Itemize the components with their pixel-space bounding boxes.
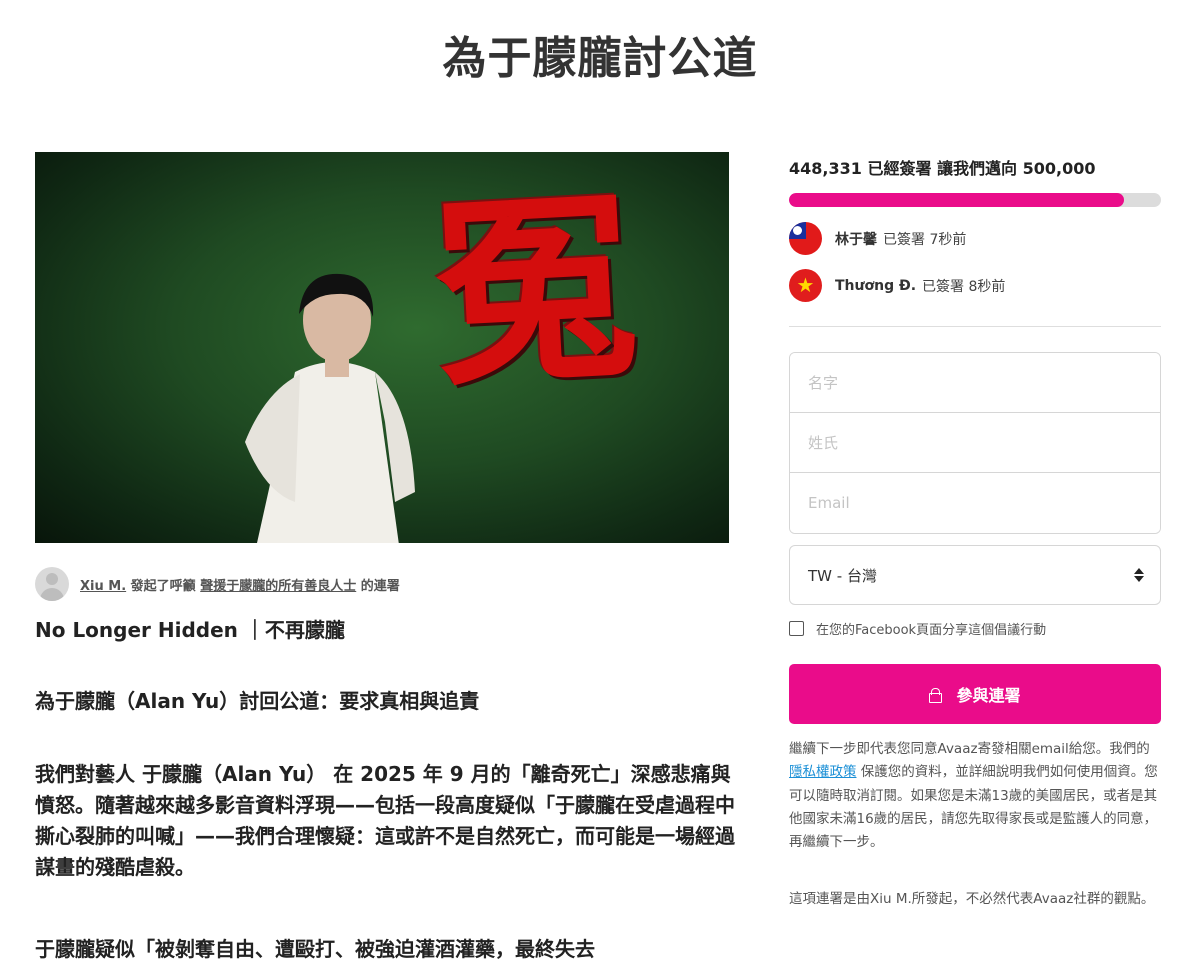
- facebook-share-option[interactable]: 在您的Facebook頁面分享這個倡議行動: [789, 619, 1046, 638]
- recent-signer: 林于馨 已簽署 7秒前: [789, 222, 966, 255]
- select-arrows-icon: [1134, 568, 1144, 582]
- recent-signer: ★ Thương Đ. 已簽署 8秒前: [789, 269, 1005, 302]
- avatar: [35, 567, 69, 601]
- privacy-policy-link[interactable]: 隱私權政策: [789, 764, 857, 780]
- signer-time: 已簽署 7秒前: [883, 231, 967, 248]
- petition-subtitle: No Longer Hidden ｜不再朦朧: [35, 618, 345, 642]
- facebook-share-checkbox[interactable]: [789, 621, 804, 636]
- first-name-field[interactable]: [790, 353, 1160, 413]
- signer-name: 林于馨: [835, 231, 877, 248]
- starter-text: Xiu M. 發起了呼籲 聲援于朦朧的所有善良人士 的連署: [80, 575, 400, 594]
- email-field[interactable]: [790, 473, 1160, 533]
- sign-button-label: 參與連署: [956, 686, 1021, 705]
- signature-number: 448,331: [789, 159, 862, 178]
- starter-name-link[interactable]: Xiu M.: [80, 579, 126, 594]
- signed-label: 已經簽署: [867, 159, 932, 178]
- starter-text-2: 的連署: [360, 578, 400, 594]
- petition-note: 這項連署是由Xiu M.所發起，不必然代表Avaaz社群的觀點。: [789, 891, 1155, 907]
- country-value: TW - 台灣: [808, 566, 877, 585]
- person-figure-illustration: [245, 273, 415, 543]
- lock-icon: [929, 687, 943, 703]
- goal-label: 讓我們邁向: [937, 159, 1018, 178]
- facebook-share-label: 在您的Facebook頁面分享這個倡議行動: [816, 623, 1047, 638]
- petition-heading: 為于朦朧（Alan Yu）討回公道：要求真相與追責: [35, 689, 480, 713]
- last-name-field[interactable]: [790, 413, 1160, 473]
- petition-paragraph: 我們對藝人 于朦朧（Alan Yu） 在 2025 年 9 月的「離奇死亡」深感…: [35, 762, 735, 879]
- divider: [789, 326, 1161, 327]
- signer-name: Thương Đ.: [835, 277, 917, 294]
- page-title: 為于朦朧討公道: [442, 33, 758, 84]
- starter-text-1: 發起了呼籲: [130, 578, 196, 594]
- vietnam-flag-icon: ★: [789, 269, 822, 302]
- country-select[interactable]: TW - 台灣: [789, 545, 1161, 605]
- injustice-glyph: 冤: [428, 168, 642, 415]
- consent-disclaimer: 繼續下一步即代表您同意Avaaz寄發相關email給您。我們的 隱私權政策 保護…: [789, 738, 1161, 854]
- signature-count: 448,331 已經簽署 讓我們邁向 500,000: [789, 155, 1096, 179]
- petition-starter: Xiu M. 發起了呼籲 聲援于朦朧的所有善良人士 的連署: [35, 567, 400, 601]
- signup-fields: [789, 352, 1161, 534]
- goal-number: 500,000: [1022, 159, 1096, 178]
- sign-petition-button[interactable]: 參與連署: [789, 664, 1161, 724]
- signature-progress-bar: [789, 193, 1161, 207]
- signer-time: 已簽署 8秒前: [922, 278, 1006, 295]
- disclaimer-text: 繼續下一步即代表您同意Avaaz寄發相關email給您。我們的: [789, 741, 1150, 757]
- hero-image: 冤: [35, 152, 729, 543]
- progress-fill: [789, 193, 1124, 207]
- petition-target-link[interactable]: 聲援于朦朧的所有善良人士: [200, 579, 356, 594]
- taiwan-flag-icon: [789, 222, 822, 255]
- petition-paragraph-2: 于朦朧疑似「被剝奪自由、遭毆打、被強迫灌酒灌藥，最終失去: [35, 937, 595, 961]
